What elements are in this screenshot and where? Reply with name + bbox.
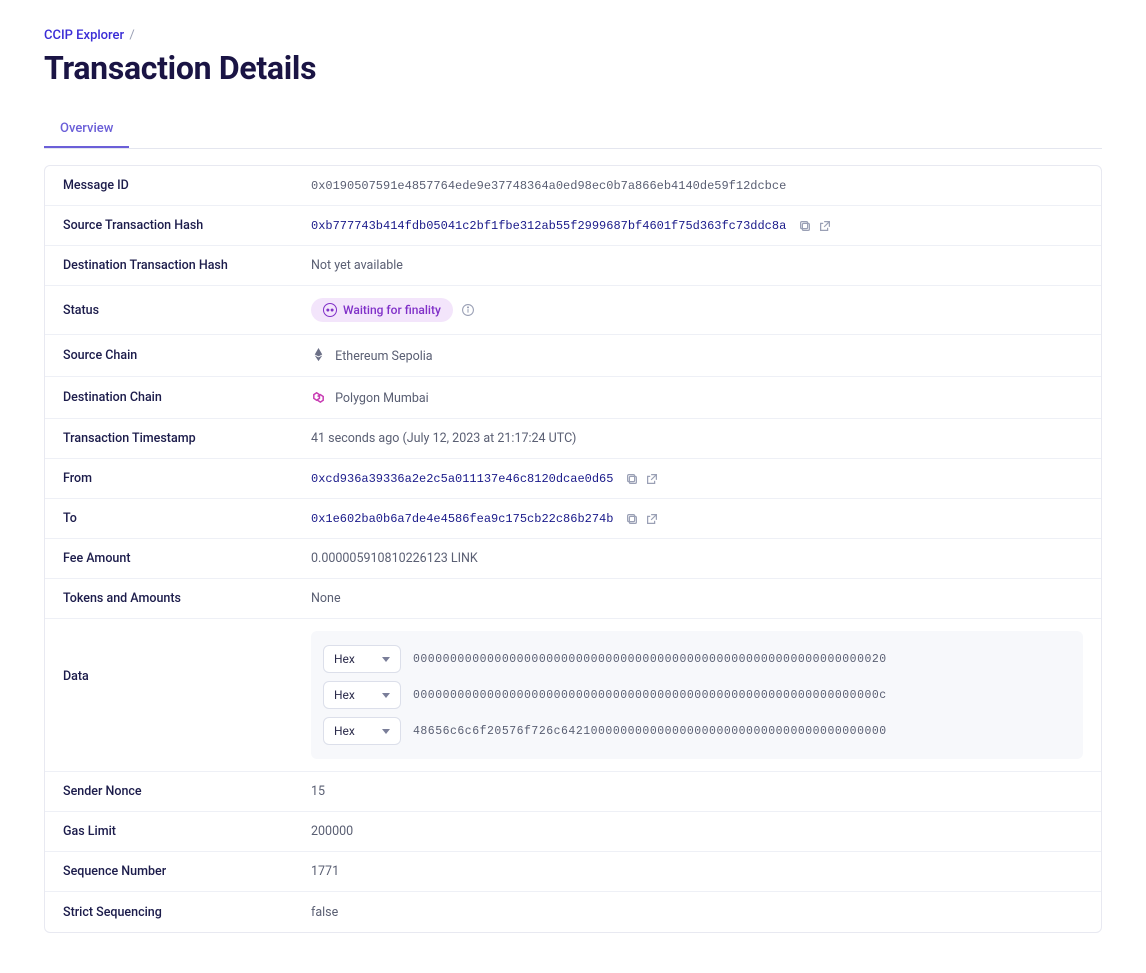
details-panel: Message ID 0x0190507591e4857764ede9e3774… [44,165,1102,933]
data-line-1: Hex 000000000000000000000000000000000000… [323,641,1071,677]
label-source-chain: Source Chain [63,348,311,363]
data-line-3: Hex 48656c6c6f20576f726c6421000000000000… [323,713,1071,749]
value-fee-amount: 0.000005910810226123 LINK [311,551,478,566]
row-tokens-amounts: Tokens and Amounts None [45,579,1101,619]
breadcrumb-separator: / [129,28,134,43]
label-source-tx-hash: Source Transaction Hash [63,218,311,233]
chevron-down-icon [382,729,390,734]
label-to: To [63,511,311,526]
polygon-icon [311,389,326,404]
label-fee-amount: Fee Amount [63,551,311,566]
copy-icon[interactable] [798,219,812,233]
value-sequence-number: 1771 [311,864,339,879]
external-link-icon[interactable] [818,219,832,233]
row-data: Data Hex 0000000000000000000000000000000… [45,619,1101,772]
row-status: Status ●● Waiting for finality [45,286,1101,335]
label-gas-limit: Gas Limit [63,824,311,839]
row-gas-limit: Gas Limit 200000 [45,812,1101,852]
data-format-label: Hex [334,724,355,738]
label-sequence-number: Sequence Number [63,864,311,879]
row-message-id: Message ID 0x0190507591e4857764ede9e3774… [45,166,1101,206]
status-badge: ●● Waiting for finality [311,298,453,322]
label-tokens-amounts: Tokens and Amounts [63,591,311,606]
row-dest-chain: Destination Chain Polygon Mumbai [45,377,1101,419]
row-to: To 0x1e602ba0b6a7de4e4586fea9c175cb22c86… [45,499,1101,539]
data-format-label: Hex [334,652,355,666]
value-sender-nonce: 15 [311,784,325,799]
info-icon[interactable] [461,303,475,317]
breadcrumb: CCIP Explorer / [44,28,1102,43]
value-from[interactable]: 0xcd936a39336a2e2c5a011137e46c8120dcae0d… [311,472,613,486]
row-sequence-number: Sequence Number 1771 [45,852,1101,892]
row-tx-timestamp: Transaction Timestamp 41 seconds ago (Ju… [45,419,1101,459]
label-strict-sequencing: Strict Sequencing [63,905,311,920]
label-tx-timestamp: Transaction Timestamp [63,431,311,446]
data-format-label: Hex [334,688,355,702]
breadcrumb-root-link[interactable]: CCIP Explorer [44,28,124,43]
page-title: Transaction Details [44,49,1102,87]
value-source-tx-hash[interactable]: 0xb777743b414fdb05041c2bf1fbe312ab55f299… [311,219,786,233]
value-message-id: 0x0190507591e4857764ede9e37748364a0ed98e… [311,179,786,193]
label-dest-tx-hash: Destination Transaction Hash [63,258,311,273]
value-source-chain-wrap: Ethereum Sepolia [311,347,433,364]
label-sender-nonce: Sender Nonce [63,784,311,799]
copy-icon[interactable] [625,472,639,486]
data-block: Hex 000000000000000000000000000000000000… [311,631,1083,759]
row-fee-amount: Fee Amount 0.000005910810226123 LINK [45,539,1101,579]
ethereum-icon [311,347,326,362]
tab-overview[interactable]: Overview [44,111,129,148]
label-from: From [63,471,311,486]
data-hex-1: 0000000000000000000000000000000000000000… [413,653,887,666]
row-dest-tx-hash: Destination Transaction Hash Not yet ava… [45,246,1101,286]
page-root: CCIP Explorer / Transaction Details Over… [0,0,1146,973]
status-text: Waiting for finality [343,303,441,317]
chevron-down-icon [382,693,390,698]
row-strict-sequencing: Strict Sequencing false [45,892,1101,932]
data-format-select[interactable]: Hex [323,681,401,709]
data-format-select[interactable]: Hex [323,717,401,745]
row-source-chain: Source Chain Ethereum Sepolia [45,335,1101,377]
copy-icon[interactable] [625,512,639,526]
data-format-select[interactable]: Hex [323,645,401,673]
tabs: Overview [44,111,1102,149]
data-line-2: Hex 000000000000000000000000000000000000… [323,677,1071,713]
label-message-id: Message ID [63,178,311,193]
data-hex-3: 48656c6c6f20576f726c64210000000000000000… [413,725,887,738]
chevron-down-icon [382,657,390,662]
value-strict-sequencing: false [311,905,338,920]
value-tx-timestamp: 41 seconds ago (July 12, 2023 at 21:17:2… [311,431,576,446]
external-link-icon[interactable] [645,512,659,526]
label-status: Status [63,303,311,318]
value-gas-limit: 200000 [311,824,353,839]
row-sender-nonce: Sender Nonce 15 [45,772,1101,812]
value-to[interactable]: 0x1e602ba0b6a7de4e4586fea9c175cb22c86b27… [311,512,613,526]
value-dest-chain: Polygon Mumbai [335,391,429,406]
clock-icon: ●● [323,303,337,317]
value-source-chain: Ethereum Sepolia [335,349,433,364]
row-source-tx-hash: Source Transaction Hash 0xb777743b414fdb… [45,206,1101,246]
external-link-icon[interactable] [645,472,659,486]
value-dest-chain-wrap: Polygon Mumbai [311,389,429,406]
row-from: From 0xcd936a39336a2e2c5a011137e46c8120d… [45,459,1101,499]
data-hex-2: 0000000000000000000000000000000000000000… [413,689,887,702]
value-tokens-amounts: None [311,591,341,606]
label-dest-chain: Destination Chain [63,390,311,405]
value-dest-tx-hash: Not yet available [311,258,403,273]
label-data: Data [63,631,311,684]
